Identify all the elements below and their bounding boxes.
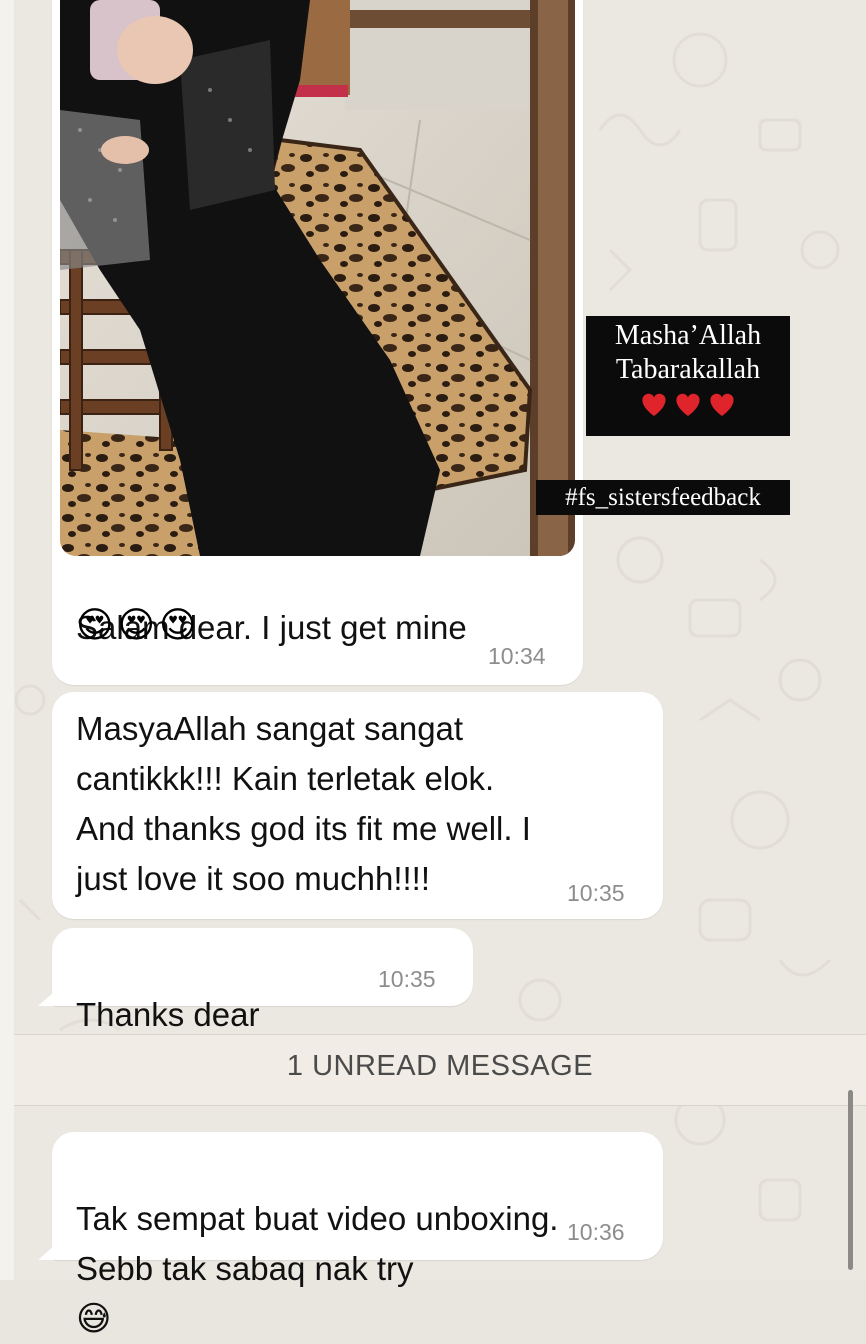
left-edge-strip — [0, 0, 14, 1280]
overlay-hearts: ❤️❤️❤️ — [586, 390, 790, 420]
message-emojis: 😍😍😍 — [76, 605, 201, 646]
hashtag-label: #fs_sistersfeedback — [536, 480, 790, 515]
message-bubble[interactable]: Thanks dear 🫶 10:35 — [52, 928, 473, 1084]
message-text: MasyaAllah sangat sangat cantikkk!!! Kai… — [76, 710, 531, 897]
message-time: 10:36 — [567, 1219, 625, 1245]
scrollbar[interactable] — [848, 1090, 853, 1270]
overlay-caption-box: Masha’Allah Tabarakallah ❤️❤️❤️ — [586, 316, 790, 436]
shared-photo[interactable] — [60, 0, 575, 556]
message-time: 10:34 — [488, 643, 546, 669]
unread-label: 1 UNREAD MESSAGE — [286, 1050, 594, 1082]
image-message-bubble[interactable]: Salam dear. I just get mine 😍😍😍 10:34 — [52, 0, 583, 685]
message-bubble[interactable]: Tak sempat buat video unboxing. Sebb tak… — [52, 1132, 663, 1339]
message-time: 10:35 — [378, 966, 436, 992]
message-time: 10:35 — [567, 880, 625, 906]
overlay-title-line2: Tabarakallah — [615, 354, 761, 385]
message-bubble[interactable]: MasyaAllah sangat sangat cantikkk!!! Kai… — [52, 692, 663, 919]
hearts-icon — [642, 393, 734, 416]
bubble-tail — [38, 1246, 54, 1260]
photo-content — [60, 0, 575, 556]
bubble-tail — [38, 992, 54, 1006]
unread-messages-divider: 1 UNREAD MESSAGE — [14, 1034, 866, 1106]
overlay-title-line1: Masha’Allah — [614, 320, 762, 351]
sweat-smile-emoji: 😅 — [76, 1299, 112, 1339]
